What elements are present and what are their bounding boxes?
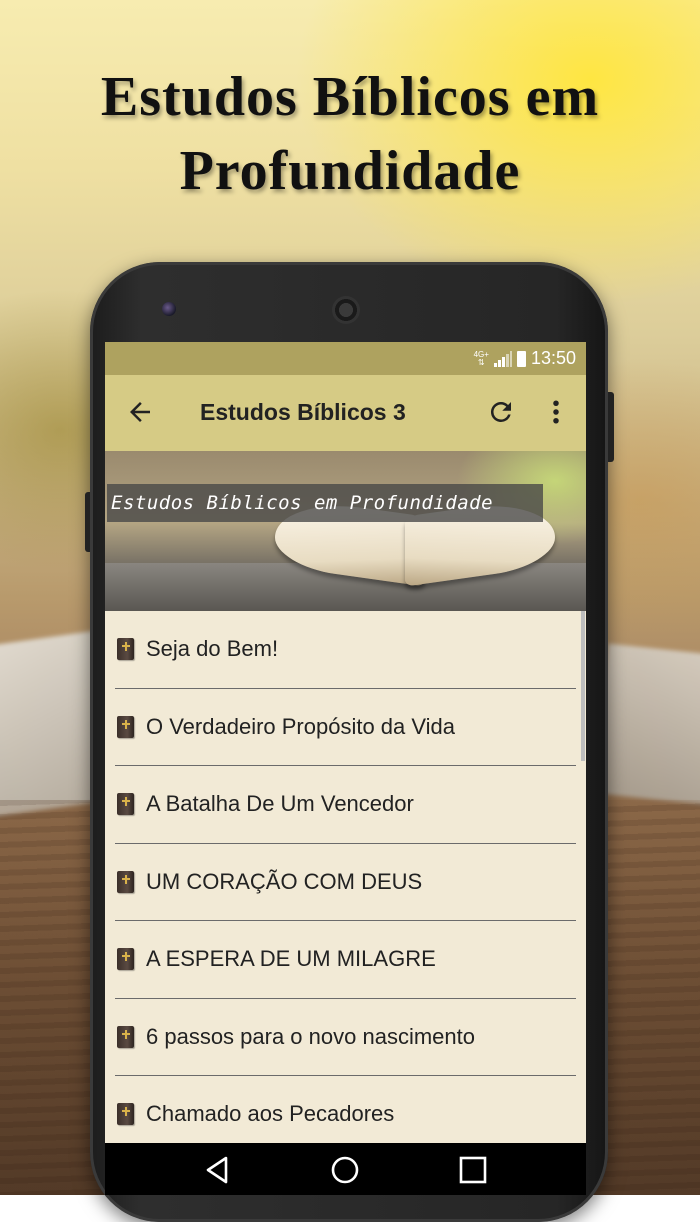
- list-item-label: O Verdadeiro Propósito da Vida: [146, 713, 456, 739]
- list-item-label: UM CORAÇÃO COM DEUS: [146, 868, 423, 894]
- phone-power-button: [608, 392, 614, 462]
- background-book-page-right: [592, 643, 700, 807]
- bible-icon: [117, 793, 134, 816]
- list-item[interactable]: O Verdadeiro Propósito da Vida: [115, 689, 576, 766]
- list-item[interactable]: Seja do Bem!: [115, 611, 576, 689]
- list-item-label: A Batalha De Um Vencedor: [146, 791, 414, 817]
- banner-caption: Estudos Bíblicos em Profundidade: [107, 484, 543, 522]
- refresh-icon[interactable]: [486, 397, 516, 427]
- system-nav-bar: [105, 1143, 586, 1195]
- list-item[interactable]: 6 passos para o novo nascimento: [115, 999, 576, 1076]
- list-item[interactable]: UM CORAÇÃO COM DEUS: [115, 844, 576, 921]
- list-item-label: A ESPERA DE UM MILAGRE: [146, 946, 436, 972]
- signal-icon: [493, 350, 512, 367]
- promo-headline-line1: Estudos Bíblicos em: [100, 66, 600, 128]
- network-type-label: 4G+: [473, 349, 489, 359]
- list-item[interactable]: A Batalha De Um Vencedor: [115, 766, 576, 844]
- phone-volume-button: [85, 492, 90, 552]
- status-bar: 4G+ ⇅ 13:50: [105, 342, 586, 375]
- bible-icon: [117, 870, 134, 893]
- earpiece-speaker: [332, 296, 360, 324]
- app-bar: Estudos Bíblicos 3: [105, 375, 586, 451]
- app-title: Estudos Bíblicos 3: [200, 399, 406, 425]
- list-item[interactable]: A ESPERA DE UM MILAGRE: [115, 921, 576, 999]
- front-camera: [162, 302, 176, 316]
- status-icons: 4G+ ⇅ 13:50: [474, 348, 576, 369]
- bible-icon: [117, 1025, 134, 1048]
- phone-screen: 4G+ ⇅ 13:50 Estudos Bíblicos 3 Estudos Bí…: [105, 342, 586, 1195]
- battery-icon: [516, 350, 526, 367]
- studies-list: Seja do Bem! O Verdadeiro Propósito da V…: [105, 611, 586, 1162]
- promo-headline: Estudos Bíblicos em Profundidade: [0, 60, 700, 208]
- arrow-back-icon[interactable]: [125, 397, 155, 427]
- bible-icon: [117, 948, 134, 971]
- promo-headline-line2: Profundidade: [179, 140, 521, 202]
- network-type-icon: 4G+ ⇅: [473, 349, 489, 367]
- nav-home-icon[interactable]: [328, 1153, 362, 1187]
- header-banner-image: Estudos Bíblicos em Profundidade: [105, 451, 586, 611]
- nav-recents-icon[interactable]: [456, 1153, 490, 1187]
- list-item-label: Seja do Bem!: [146, 636, 279, 662]
- list-scrollbar[interactable]: [581, 611, 585, 761]
- bible-icon: [117, 715, 134, 738]
- status-time: 13:50: [530, 348, 576, 368]
- nav-back-icon[interactable]: [200, 1153, 234, 1187]
- list-item-label: 6 passos para o novo nascimento: [146, 1023, 475, 1049]
- list-item[interactable]: Chamado aos Pecadores: [115, 1076, 576, 1154]
- more-vert-icon[interactable]: [546, 397, 566, 427]
- list-item-label: Chamado aos Pecadores: [146, 1101, 395, 1127]
- bible-icon: [117, 1103, 134, 1126]
- bible-icon: [117, 638, 134, 661]
